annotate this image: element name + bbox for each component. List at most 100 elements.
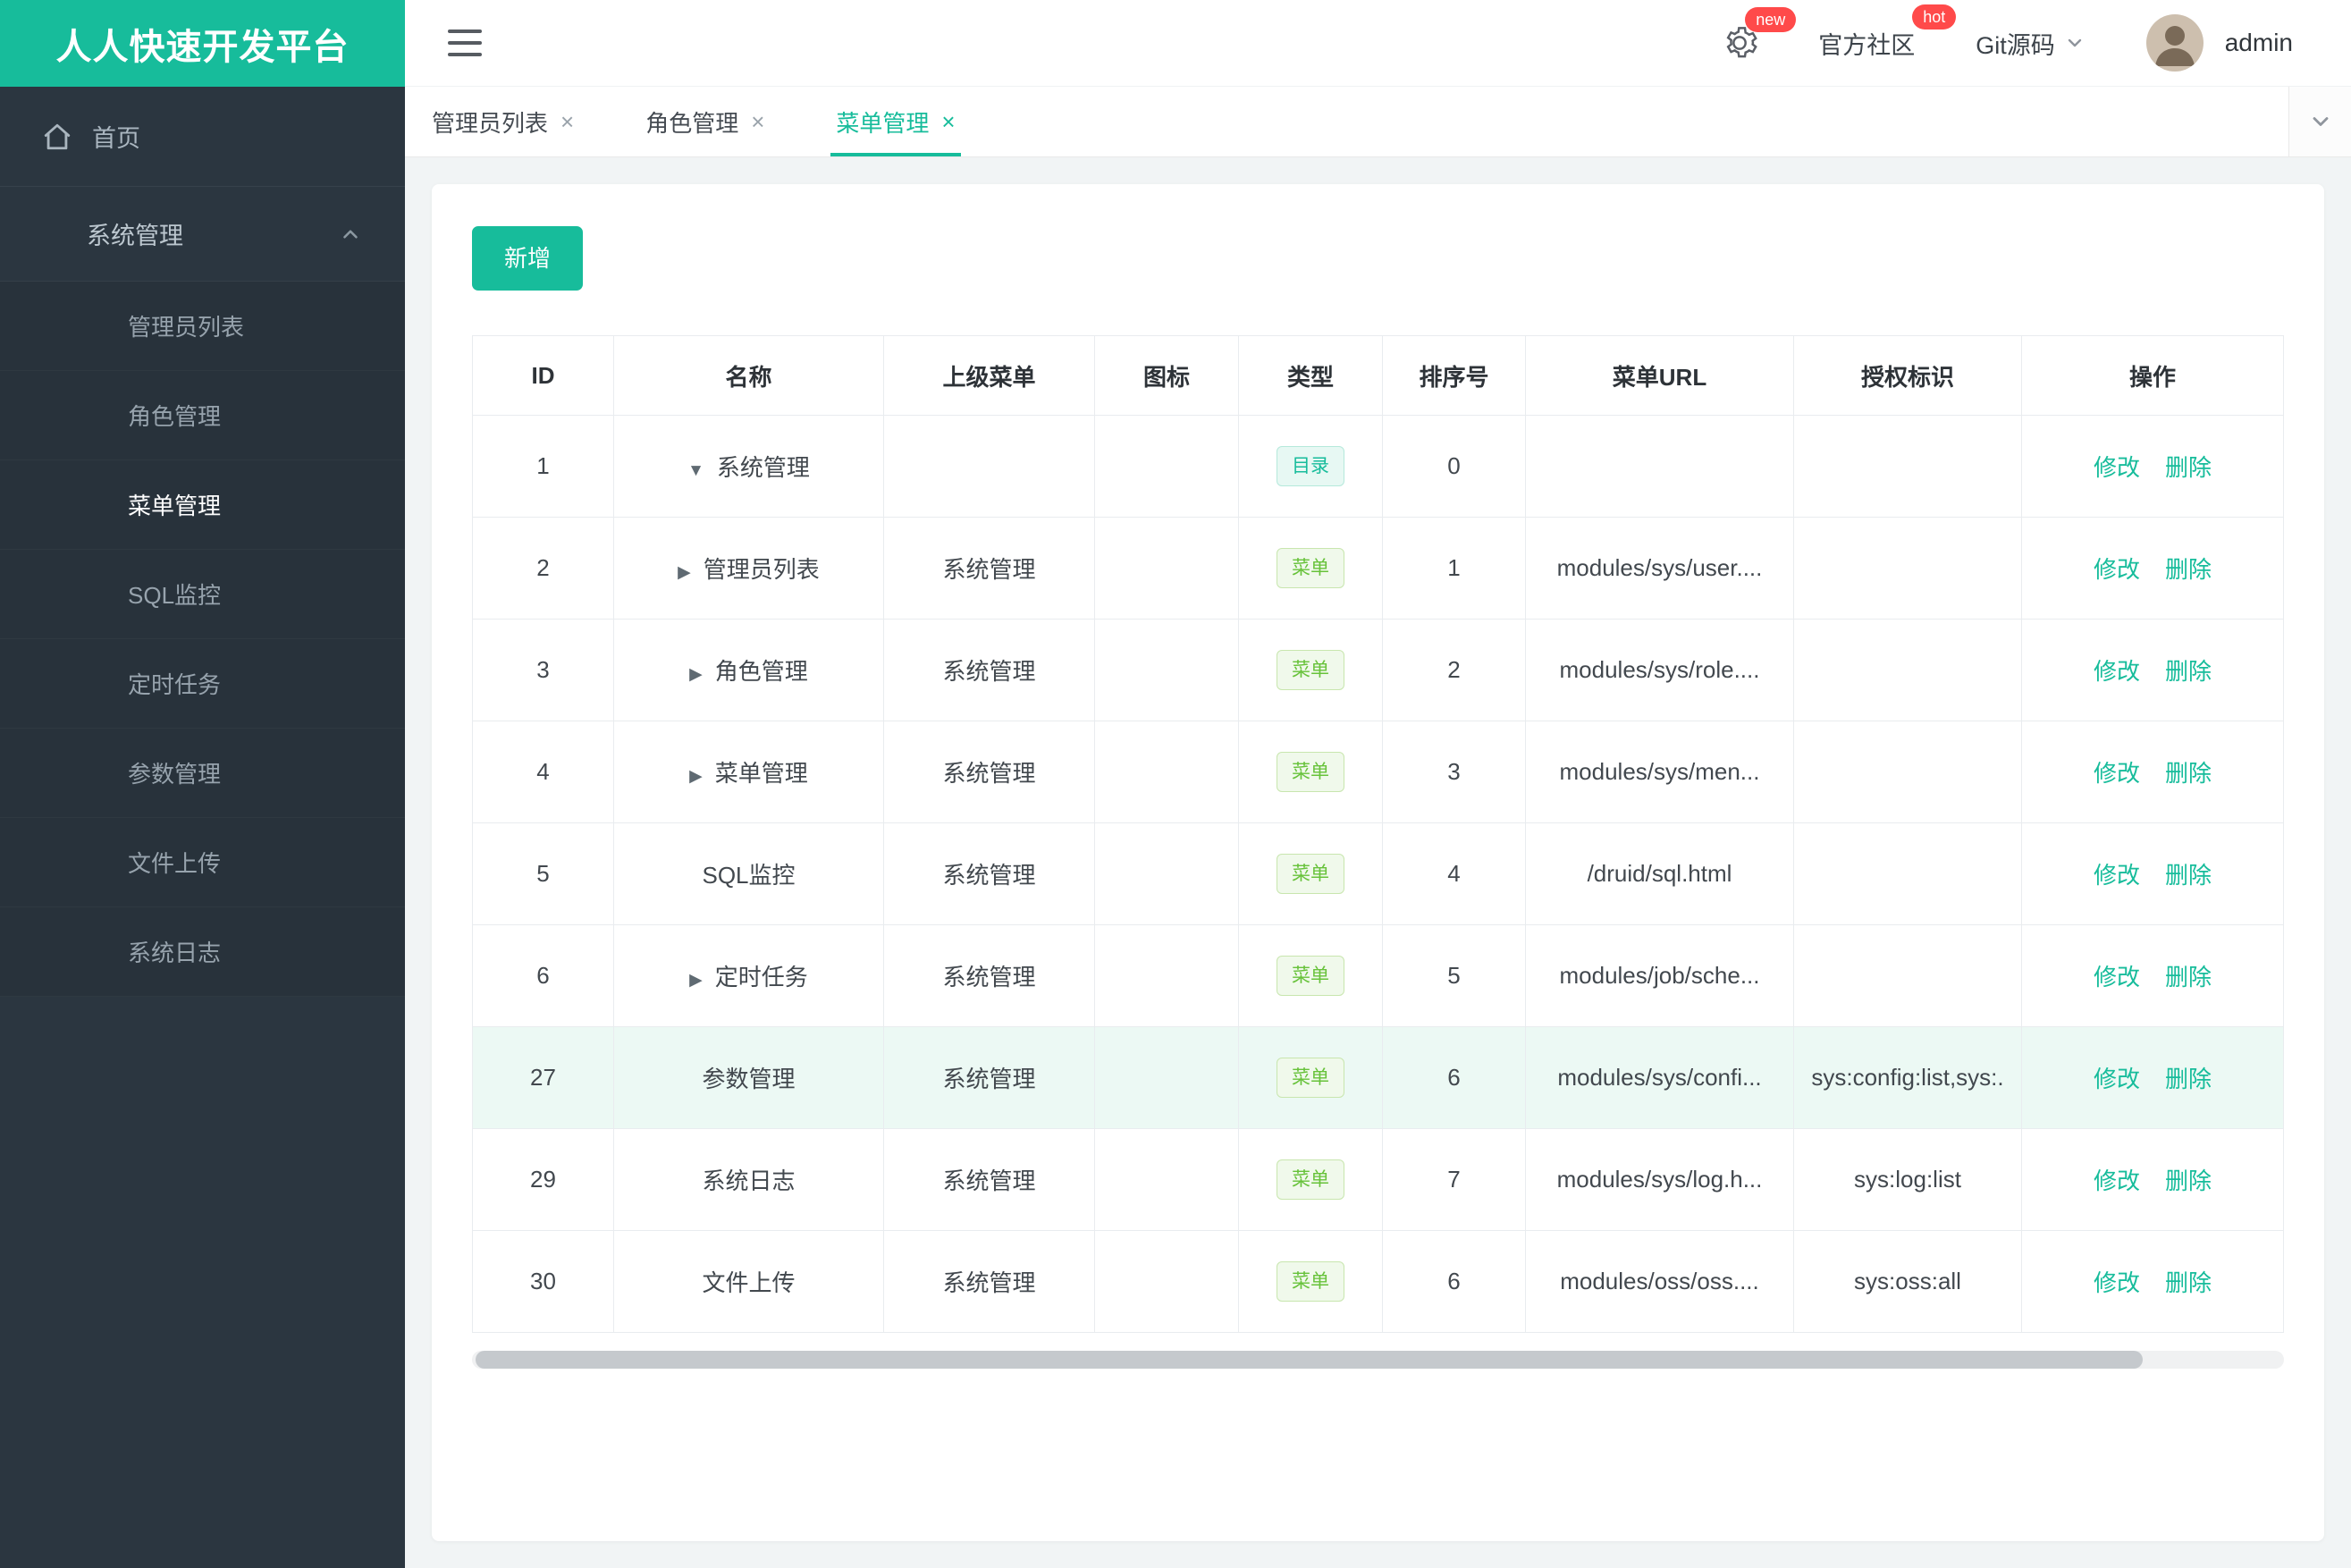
type-badge: 菜单 xyxy=(1277,1058,1344,1098)
sidebar-item-sql-monitor[interactable]: SQL监控 xyxy=(0,550,405,639)
delete-link[interactable]: 删除 xyxy=(2165,1269,2212,1296)
close-icon[interactable]: × xyxy=(751,110,764,133)
cell-actions: 修改 删除 xyxy=(2021,924,2284,1027)
cell-type: 菜单 xyxy=(1238,1230,1383,1333)
cell-parent: 系统管理 xyxy=(883,721,1095,823)
top-header: new 官方社区 hot Git源码 admin xyxy=(405,0,2351,87)
cell-order: 0 xyxy=(1382,415,1526,518)
cell-order: 7 xyxy=(1382,1128,1526,1231)
delete-link[interactable]: 删除 xyxy=(2165,964,2212,991)
sidebar-toggle-button[interactable] xyxy=(448,30,482,56)
sidebar-item-sys-log[interactable]: 系统日志 xyxy=(0,907,405,997)
avatar[interactable] xyxy=(2145,14,2204,72)
close-icon[interactable]: × xyxy=(941,110,955,133)
cell-id: 1 xyxy=(472,415,614,518)
tab-role-management[interactable]: 角色管理 × xyxy=(645,87,764,156)
chevron-down-icon xyxy=(2068,38,2081,47)
cell-perm xyxy=(1793,721,2022,823)
user-menu[interactable]: admin xyxy=(2145,14,2293,72)
sidebar-item-file-upload[interactable]: 文件上传 xyxy=(0,818,405,907)
cell-name: ▼ 系统管理 xyxy=(613,415,884,518)
cell-url: /druid/sql.html xyxy=(1525,822,1794,925)
menu-name: 文件上传 xyxy=(702,1269,796,1296)
app-root: 人人快速开发平台 首页 系统管理 管理员列表 角色管理 菜单管理 SQL监控 定… xyxy=(0,0,2351,1568)
cell-order: 2 xyxy=(1382,619,1526,721)
cell-id: 29 xyxy=(472,1128,614,1231)
cell-type: 目录 xyxy=(1238,415,1383,518)
delete-link[interactable]: 删除 xyxy=(2165,1066,2212,1092)
edit-link[interactable]: 修改 xyxy=(2094,556,2140,583)
cell-actions: 修改 删除 xyxy=(2021,1128,2284,1231)
expand-arrow-icon[interactable]: ▶ xyxy=(678,563,691,582)
sidebar-item-params[interactable]: 参数管理 xyxy=(0,729,405,818)
sidebar-item-menu-mgmt[interactable]: 菜单管理 xyxy=(0,460,405,550)
edit-link[interactable]: 修改 xyxy=(2094,658,2140,685)
sidebar-item-home[interactable]: 首页 xyxy=(0,87,405,187)
sidebar-item-role-mgmt[interactable]: 角色管理 xyxy=(0,371,405,460)
column-header-url: 菜单URL xyxy=(1525,335,1794,416)
git-source-link[interactable]: Git源码 xyxy=(1976,26,2086,61)
menu-name: 菜单管理 xyxy=(714,760,808,787)
expand-arrow-icon[interactable]: ▶ xyxy=(689,767,703,786)
sidebar-item-admin-list[interactable]: 管理员列表 xyxy=(0,282,405,371)
expand-arrow-icon[interactable]: ▶ xyxy=(689,665,703,684)
cell-actions: 修改 删除 xyxy=(2021,721,2284,823)
menu-name: 定时任务 xyxy=(714,964,808,991)
table-row: 2 ▶ 管理员列表 系统管理 菜单 1 modules/sys/user.... … xyxy=(472,517,2284,620)
username[interactable]: admin xyxy=(2225,29,2293,57)
expand-arrow-icon[interactable]: ▶ xyxy=(689,971,703,990)
edit-link[interactable]: 修改 xyxy=(2094,760,2140,787)
column-header-order: 排序号 xyxy=(1382,335,1526,416)
menu-name: SQL监控 xyxy=(702,862,796,889)
cell-parent: 系统管理 xyxy=(883,1230,1095,1333)
edit-link[interactable]: 修改 xyxy=(2094,1269,2140,1296)
cell-parent: 系统管理 xyxy=(883,924,1095,1027)
delete-link[interactable]: 删除 xyxy=(2165,556,2212,583)
cell-name: 参数管理 xyxy=(613,1026,884,1129)
home-icon xyxy=(44,123,71,149)
tab-admin-list[interactable]: 管理员列表 × xyxy=(432,87,574,156)
horizontal-scrollbar[interactable] xyxy=(472,1351,2284,1369)
expand-arrow-icon[interactable]: ▼ xyxy=(687,461,704,480)
sidebar-group-system[interactable]: 系统管理 xyxy=(0,187,405,282)
delete-link[interactable]: 删除 xyxy=(2165,862,2212,889)
sidebar-item-cron-jobs[interactable]: 定时任务 xyxy=(0,639,405,729)
sidebar: 人人快速开发平台 首页 系统管理 管理员列表 角色管理 菜单管理 SQL监控 定… xyxy=(0,0,405,1568)
cell-order: 4 xyxy=(1382,822,1526,925)
cell-id: 30 xyxy=(472,1230,614,1333)
cell-type: 菜单 xyxy=(1238,1128,1383,1231)
cell-actions: 修改 删除 xyxy=(2021,517,2284,620)
edit-link[interactable]: 修改 xyxy=(2094,454,2140,481)
table-row: 1 ▼ 系统管理 目录 0 修改 删除 xyxy=(472,415,2284,518)
cell-id: 27 xyxy=(472,1026,614,1129)
edit-link[interactable]: 修改 xyxy=(2094,964,2140,991)
delete-link[interactable]: 删除 xyxy=(2165,658,2212,685)
tab-menu-management[interactable]: 菜单管理 × xyxy=(830,87,961,156)
cell-icon xyxy=(1094,415,1239,518)
delete-link[interactable]: 删除 xyxy=(2165,1168,2212,1194)
add-button[interactable]: 新增 xyxy=(472,226,584,291)
cell-name: SQL监控 xyxy=(613,822,884,925)
tab-list-dropdown-button[interactable] xyxy=(2288,87,2351,156)
cell-order: 1 xyxy=(1382,517,1526,620)
column-header-name: 名称 xyxy=(613,335,884,416)
cell-perm xyxy=(1793,924,2022,1027)
edit-link[interactable]: 修改 xyxy=(2094,1066,2140,1092)
sidebar-submenu: 管理员列表 角色管理 菜单管理 SQL监控 定时任务 参数管理 文件上传 系统日… xyxy=(0,282,405,997)
cell-type: 菜单 xyxy=(1238,721,1383,823)
close-icon[interactable]: × xyxy=(560,110,574,133)
scrollbar-thumb[interactable] xyxy=(476,1351,2143,1369)
cell-order: 5 xyxy=(1382,924,1526,1027)
delete-link[interactable]: 删除 xyxy=(2165,454,2212,481)
type-badge: 菜单 xyxy=(1277,650,1344,690)
community-link[interactable]: 官方社区 hot xyxy=(1818,4,1957,61)
cell-url: modules/sys/log.h... xyxy=(1525,1128,1794,1231)
settings-gear-button[interactable]: new xyxy=(1722,7,1797,61)
delete-link[interactable]: 删除 xyxy=(2165,760,2212,787)
edit-link[interactable]: 修改 xyxy=(2094,862,2140,889)
column-header-parent: 上级菜单 xyxy=(883,335,1095,416)
table-row: 3 ▶ 角色管理 系统管理 菜单 2 modules/sys/role.... 修… xyxy=(472,619,2284,721)
edit-link[interactable]: 修改 xyxy=(2094,1168,2140,1194)
menu-name: 角色管理 xyxy=(714,658,808,685)
chevron-down-icon xyxy=(2313,117,2328,126)
